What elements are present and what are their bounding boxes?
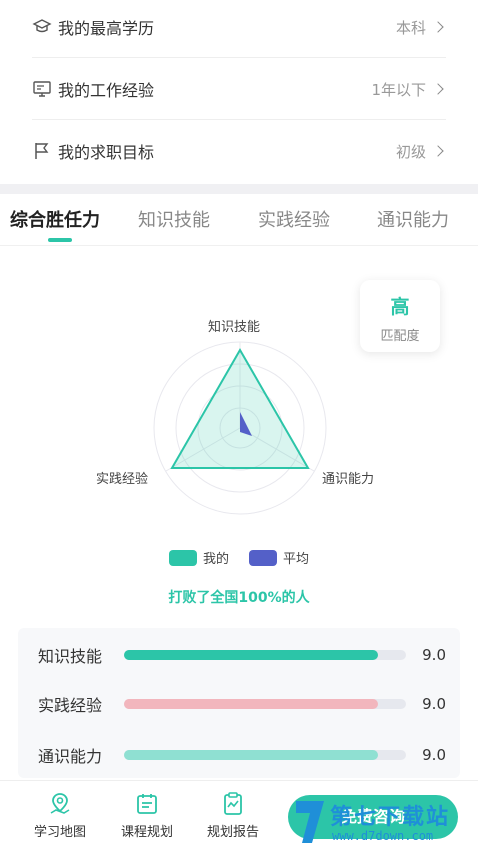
score-track <box>124 750 406 760</box>
tab-knowledge-skills[interactable]: 知识技能 <box>138 206 210 232</box>
chevron-right-icon <box>432 21 444 33</box>
radar-axis-practical: 实践经验 <box>96 472 149 487</box>
radar-chart: 知识技能 通识能力 实践经验 <box>80 300 400 540</box>
score-label: 知识技能 <box>38 647 103 666</box>
education-value: 本科 <box>395 18 426 37</box>
active-tab-indicator <box>48 238 72 242</box>
nav-learning-map[interactable]: 学习地图 <box>20 791 100 840</box>
score-value: 9.0 <box>422 646 446 664</box>
score-fill <box>124 650 378 660</box>
nav-plan-report[interactable]: 规划报告 <box>193 791 273 840</box>
education-label: 我的最高学历 <box>58 19 155 38</box>
radar-mine-polygon <box>170 347 310 469</box>
graduation-cap-icon <box>32 19 52 33</box>
calendar-icon <box>137 794 157 814</box>
work-experience-value: 1年以下 <box>371 80 426 99</box>
clipboard-chart-icon <box>224 792 242 815</box>
nav-learning-map-label: 学习地图 <box>33 825 86 840</box>
score-panel: 知识技能 9.0 实践经验 9.0 通识能力 9.0 <box>18 628 460 778</box>
beat-text: 打败了全国100%的人 <box>168 590 310 606</box>
tab-practical-experience[interactable]: 实践经验 <box>258 206 330 232</box>
radar-svg <box>153 341 327 515</box>
score-row-general: 通识能力 9.0 <box>38 743 446 767</box>
profile-list: 我的最高学历 本科 我的工作经验 1年以下 我的求职目标 初级 <box>0 0 478 184</box>
watermark-text: 第七下载站 <box>330 805 451 830</box>
score-row-knowledge: 知识技能 9.0 <box>38 643 446 667</box>
monitor-icon <box>33 81 51 97</box>
chevron-right-icon <box>432 145 444 157</box>
legend-mine-label: 我的 <box>202 552 229 567</box>
nav-course-plan-label: 课程规划 <box>120 825 173 840</box>
job-target-value: 初级 <box>395 142 426 161</box>
work-experience-row[interactable]: 我的工作经验 1年以下 <box>32 58 446 120</box>
watermark-url: www.d7down.com <box>332 829 434 843</box>
section-separator <box>0 184 478 194</box>
work-experience-label: 我的工作经验 <box>58 81 155 100</box>
legend-average: 平均 <box>249 548 309 567</box>
competency-tabs: 综合胜任力 知识技能 实践经验 通识能力 <box>0 194 478 246</box>
map-pin-icon <box>50 793 70 814</box>
score-value: 9.0 <box>422 746 446 764</box>
watermark: 第七下载站 www.d7down.com <box>292 793 478 850</box>
bottom-nav: 学习地图 课程规划 规划报告 免费咨询 第七下载站 www.d7down.com <box>0 780 478 850</box>
score-label: 通识能力 <box>38 747 103 766</box>
legend-average-label: 平均 <box>283 552 310 567</box>
watermark-logo-icon <box>296 801 324 843</box>
job-target-label: 我的求职目标 <box>58 143 155 162</box>
radar-legend: 我的 平均 <box>0 548 478 567</box>
score-fill <box>124 699 378 709</box>
score-fill <box>124 750 378 760</box>
score-track <box>124 650 406 660</box>
legend-mine: 我的 <box>168 548 229 567</box>
job-target-row[interactable]: 我的求职目标 初级 <box>32 120 444 182</box>
radar-axis-knowledge: 知识技能 <box>208 320 261 335</box>
score-label: 实践经验 <box>38 696 103 715</box>
tab-overall[interactable]: 综合胜任力 <box>10 206 100 232</box>
nav-plan-report-label: 规划报告 <box>206 825 259 840</box>
score-track <box>124 699 406 709</box>
chevron-right-icon <box>432 83 444 95</box>
nav-course-plan[interactable]: 课程规划 <box>107 791 187 840</box>
education-row[interactable]: 我的最高学历 本科 <box>32 0 446 58</box>
tab-general-ability[interactable]: 通识能力 <box>377 206 449 232</box>
legend-mine-swatch <box>168 549 197 566</box>
flag-icon <box>35 143 49 159</box>
score-value: 9.0 <box>422 695 446 713</box>
score-row-practical: 实践经验 9.0 <box>38 692 446 716</box>
radar-axis-general: 通识能力 <box>322 472 375 487</box>
legend-average-swatch <box>249 549 277 566</box>
